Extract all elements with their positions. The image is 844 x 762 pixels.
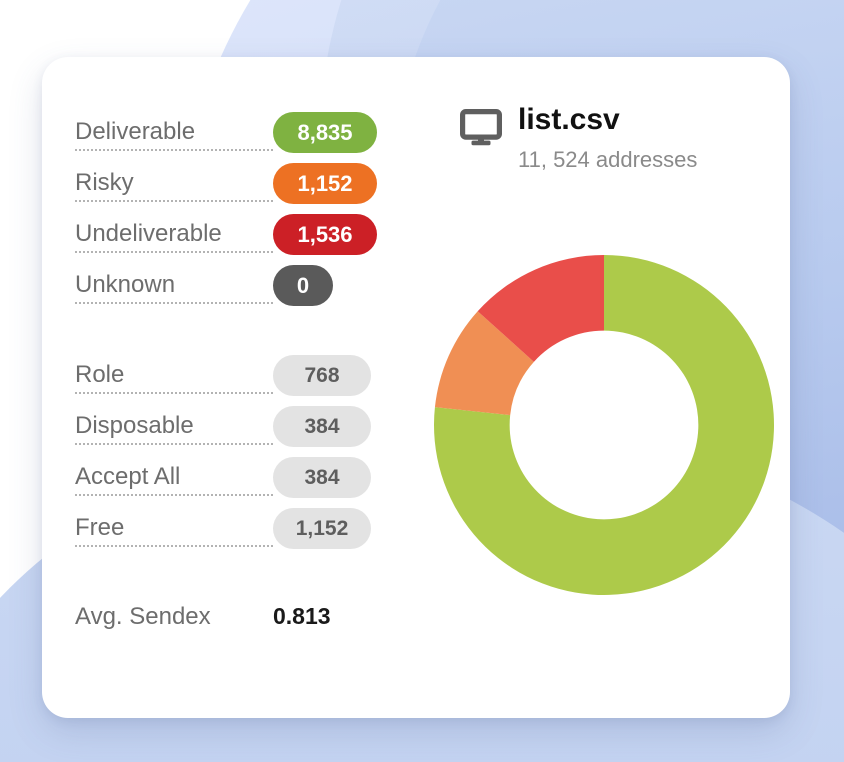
file-address-count: 11, 524 addresses: [518, 147, 698, 172]
stat-label-accept-all: Accept All: [75, 463, 273, 496]
stat-badge-accept-all: 384: [273, 457, 371, 498]
stat-row-undeliverable[interactable]: Undeliverable 1,536: [75, 209, 420, 260]
stat-label-deliverable: Deliverable: [75, 118, 273, 151]
stat-label-undeliverable: Undeliverable: [75, 220, 273, 253]
stat-badge-disposable: 384: [273, 406, 371, 447]
file-name: list.csv: [518, 103, 620, 136]
stat-row-disposable[interactable]: Disposable 384: [75, 401, 420, 452]
avg-sendex-label: Avg. Sendex: [75, 603, 211, 630]
stat-badge-role: 768: [273, 355, 371, 396]
file-title-block: list.csv 11, 524 addresses: [518, 105, 697, 173]
stat-label-unknown: Unknown: [75, 271, 273, 304]
stat-row-unknown[interactable]: Unknown 0: [75, 260, 420, 311]
stat-badge-undeliverable: 1,536: [273, 214, 377, 255]
monitor-icon: [459, 108, 502, 152]
stat-row-accept-all[interactable]: Accept All 384: [75, 452, 420, 503]
stat-row-free[interactable]: Free 1,152: [75, 503, 420, 554]
avg-sendex-row: Avg. Sendex 0.813: [75, 603, 420, 631]
stat-badge-deliverable: 8,835: [273, 112, 377, 153]
stat-label-free: Free: [75, 514, 273, 547]
stat-label-risky: Risky: [75, 169, 273, 202]
file-header: list.csv 11, 524 addresses: [459, 105, 697, 173]
results-donut-chart: [434, 255, 774, 595]
stat-badge-risky: 1,152: [273, 163, 377, 204]
stat-row-risky[interactable]: Risky 1,152: [75, 158, 420, 209]
stat-badge-unknown: 0: [273, 265, 333, 306]
stat-row-role[interactable]: Role 768: [75, 350, 420, 401]
avg-sendex-value: 0.813: [273, 603, 331, 629]
stats-panel: Deliverable 8,835 Risky 1,152 Undelivera…: [75, 107, 420, 631]
stat-badge-free: 1,152: [273, 508, 371, 549]
stat-label-disposable: Disposable: [75, 412, 273, 445]
stats-group-divider: [75, 311, 420, 350]
stat-row-deliverable[interactable]: Deliverable 8,835: [75, 107, 420, 158]
stat-label-role: Role: [75, 361, 273, 394]
validation-summary-card: Deliverable 8,835 Risky 1,152 Undelivera…: [42, 57, 790, 718]
